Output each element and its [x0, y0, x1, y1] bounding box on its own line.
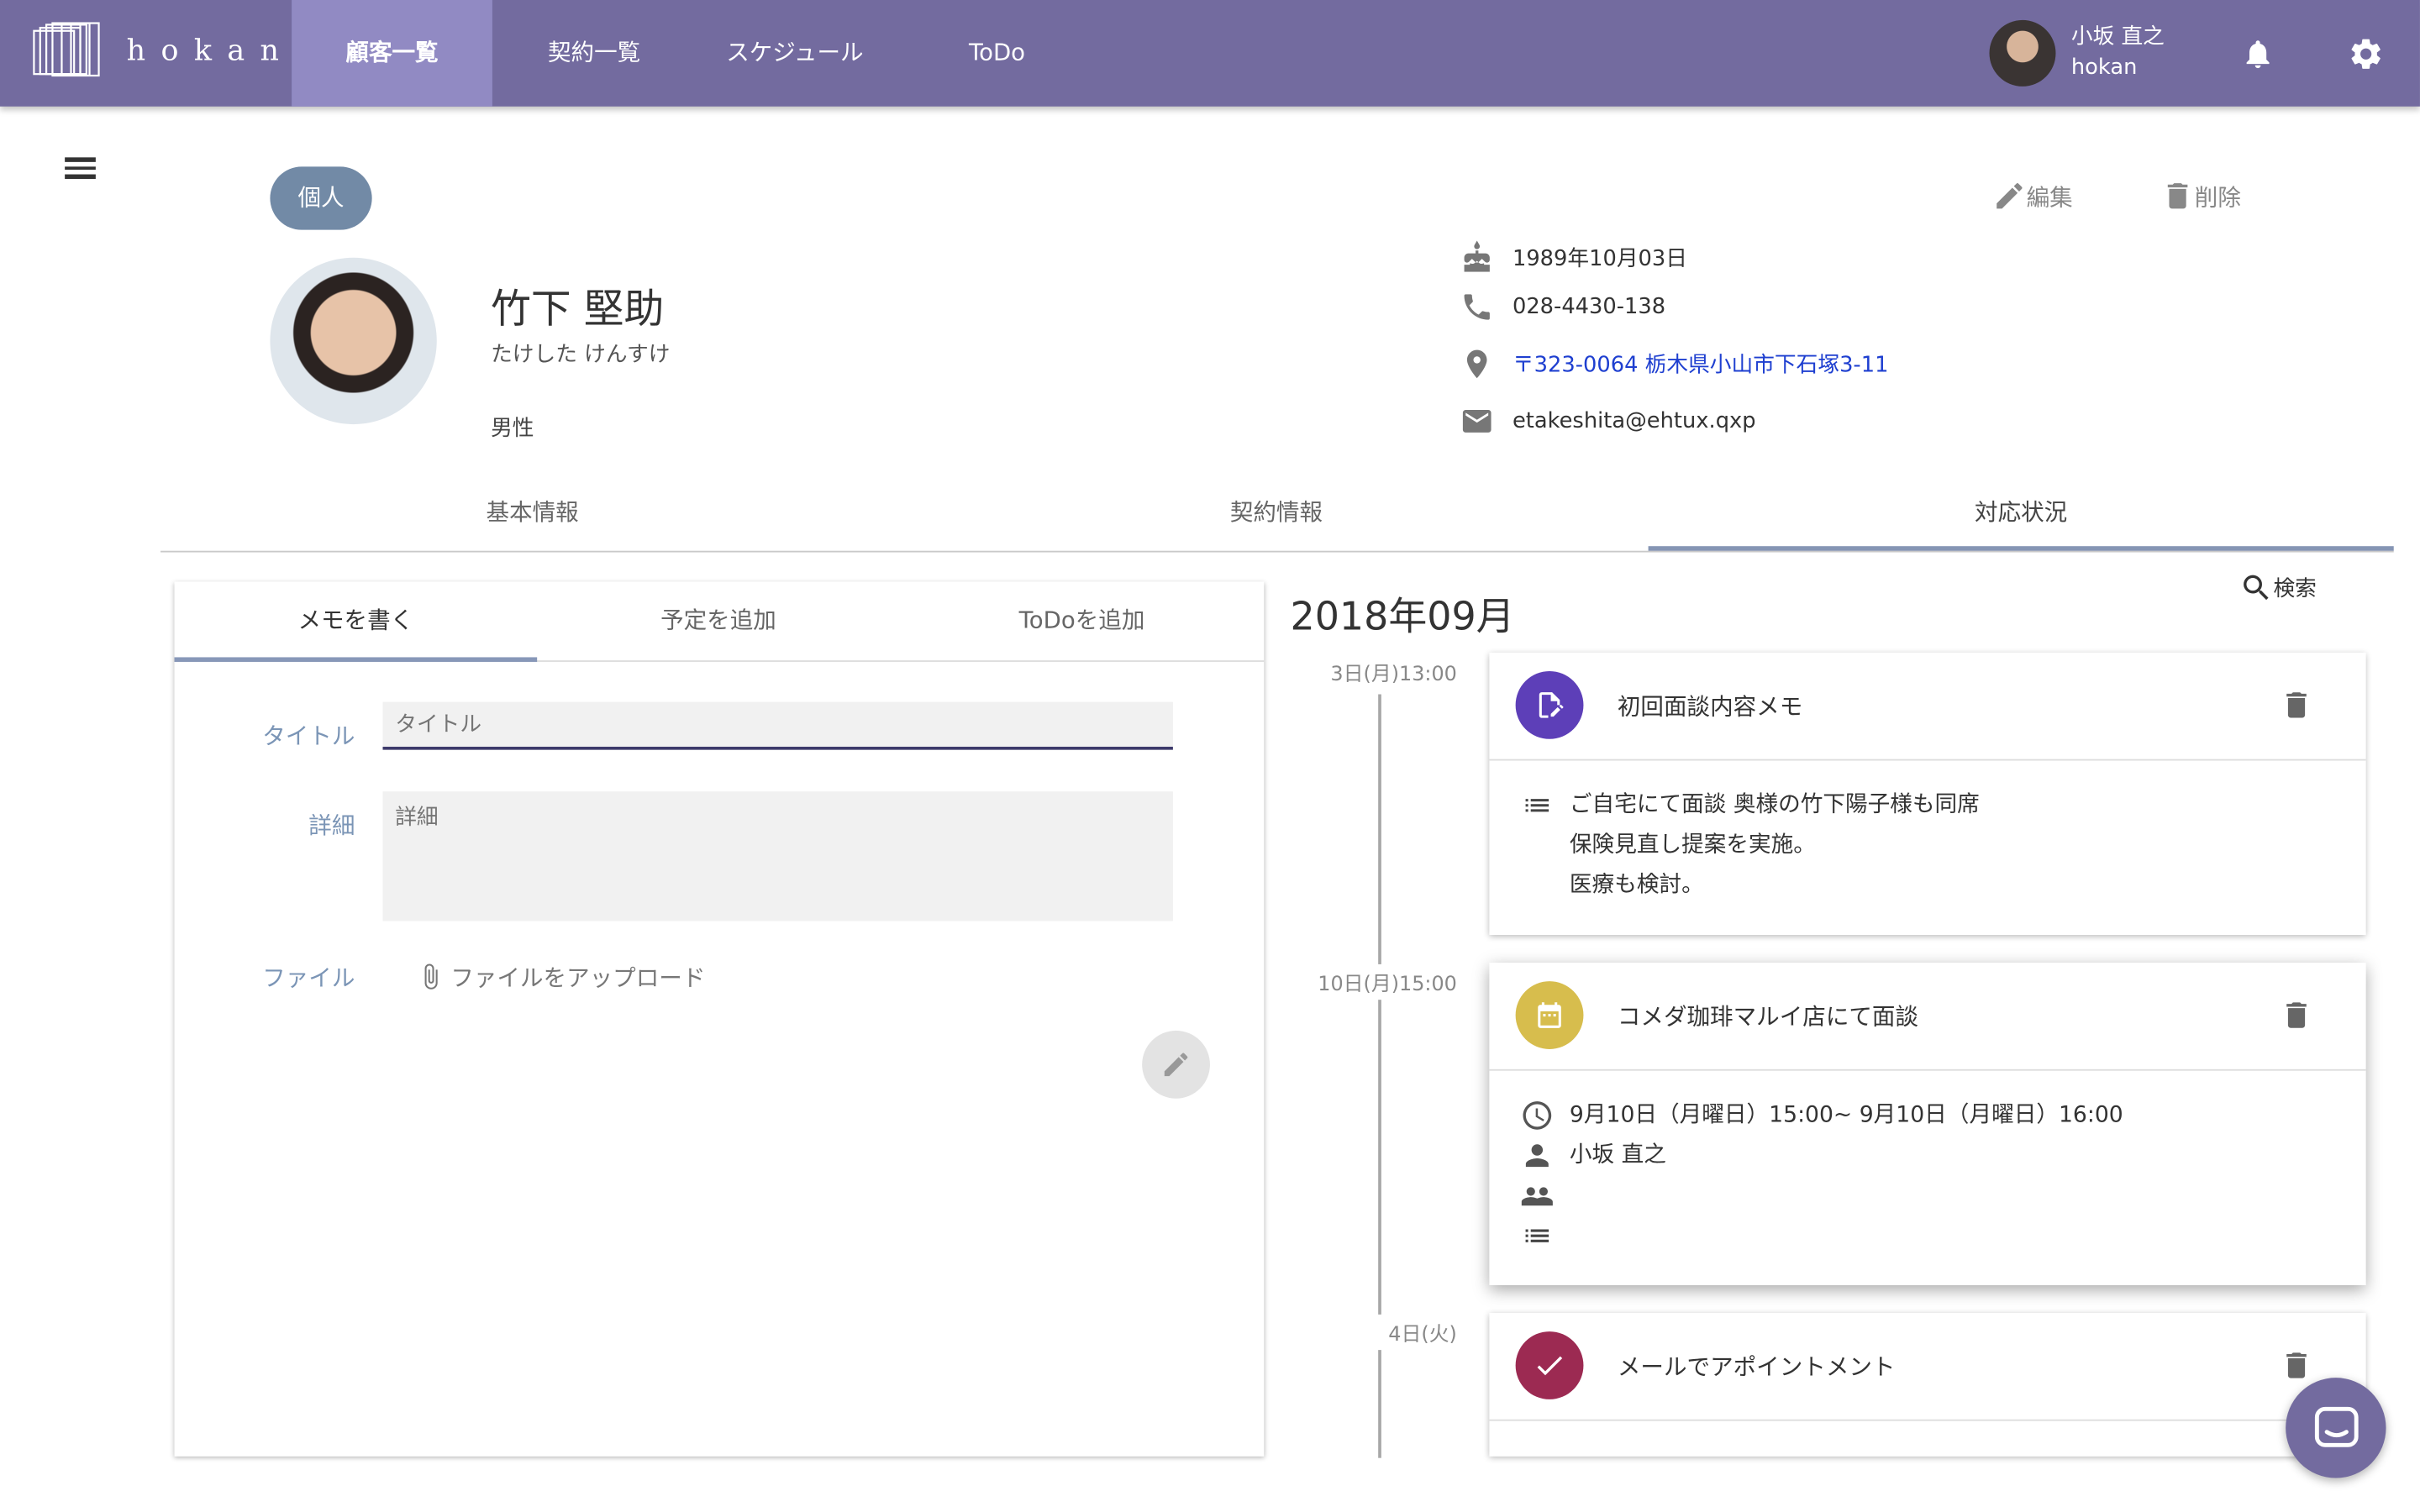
entry-notes: ご自宅にて面談 奥様の竹下陽子様も同席 保険見直し提案を実施。 医療も検討。	[1570, 785, 1980, 906]
nav-schedule[interactable]: スケジュール	[702, 0, 887, 107]
check-icon	[1515, 1331, 1584, 1399]
entry-title: コメダ珈琲マルイ店にて面談	[1617, 1002, 1919, 1031]
customer-gender: 男性	[491, 416, 534, 442]
nav-customers[interactable]: 顧客一覧	[292, 0, 492, 107]
bell-icon[interactable]	[2241, 35, 2275, 78]
entry-person: 小坂 直之	[1569, 1142, 1666, 1168]
search-label: 検索	[2273, 576, 2317, 602]
entry-header: コメダ珈琲マルイ店にて面談	[1489, 963, 2366, 1071]
paperclip-icon	[424, 963, 438, 990]
timeline-date: 10日(月)15:00	[1286, 963, 1457, 1000]
search-button[interactable]: 検索	[2239, 571, 2317, 605]
tab-contract-info[interactable]: 契約情報	[904, 480, 1648, 550]
app-root: hokan 顧客一覧 契約一覧 スケジュール ToDo 小坂 直之 hokan …	[0, 0, 2420, 1512]
entry-body: ご自宅にて面談 奥様の竹下陽子様も同席 保険見直し提案を実施。 医療も検討。	[1489, 760, 2365, 906]
delete-label: 削除	[2194, 182, 2241, 211]
chat-icon	[2313, 1406, 2358, 1446]
timeline-entry-todo[interactable]: メールでアポイントメント	[1489, 1313, 2366, 1457]
timeline-date: 4日(火)	[1286, 1314, 1457, 1351]
pencil-icon	[1164, 1053, 1188, 1077]
chat-button[interactable]	[2286, 1378, 2386, 1478]
entry-time: 9月10日（月曜日）15:00~ 9月10日（月曜日）16:00	[1569, 1103, 2123, 1128]
timeline-entry-schedule[interactable]: コメダ珈琲マルイ店にて面談 9月10日（月曜日）15:00~ 9月10日（月曜日…	[1489, 963, 2366, 1285]
upload-file-button[interactable]: ファイルをアップロード	[417, 958, 705, 995]
subtab-write-memo[interactable]: メモを書く	[174, 581, 538, 662]
logo-text: hokan	[126, 34, 295, 68]
tab-basic-info[interactable]: 基本情報	[160, 480, 904, 550]
trash-icon[interactable]	[2280, 688, 2313, 728]
trash-icon	[2167, 183, 2188, 209]
trash-icon[interactable]	[2280, 998, 2313, 1038]
people-icon	[1520, 1176, 1554, 1216]
customer-tabs: 基本情報 契約情報 対応状況	[160, 480, 2394, 553]
pencil-icon	[1996, 183, 2023, 209]
birthday-row: 1989年10月03日	[1460, 240, 1688, 275]
upload-label: ファイルをアップロード	[450, 963, 706, 992]
customer-kana: たけした けんすけ	[491, 342, 671, 368]
trash-icon[interactable]	[2280, 1348, 2313, 1389]
note-line: ご自宅にて面談 奥様の竹下陽子様も同席	[1569, 793, 1980, 818]
delete-button[interactable]: 削除	[2160, 179, 2241, 213]
file-label: ファイル	[262, 963, 355, 992]
subtab-add-todo[interactable]: ToDoを追加	[900, 581, 1264, 662]
logo[interactable]: hokan	[31, 22, 295, 81]
address-link[interactable]: 〒323-0064 栃木県小山市下石塚3-11	[1512, 349, 1888, 380]
phone-icon	[1460, 290, 1494, 323]
birthday: 1989年10月03日	[1512, 246, 1688, 272]
person-icon	[1520, 1136, 1554, 1176]
detail-label: 詳細	[308, 811, 355, 840]
list-icon	[1520, 1215, 1554, 1256]
entry-header: メールでアポイントメント	[1489, 1313, 2366, 1421]
cake-icon	[1460, 240, 1494, 275]
timeline-month: 2018年09月	[1290, 594, 1515, 639]
tab-correspondence[interactable]: 対応状況	[1648, 480, 2394, 551]
edit-label: 編集	[2026, 182, 2073, 211]
note-line: 医療も検討。	[1569, 873, 1704, 898]
note-line: 保険見直し提案を実施。	[1569, 832, 1816, 858]
phone-row: 028-4430-138	[1460, 290, 1666, 323]
title-label: タイトル	[262, 722, 355, 750]
timeline-date: 3日(月)13:00	[1286, 654, 1457, 690]
user-org: hokan	[2070, 55, 2138, 81]
customer-type-chip: 個人	[270, 166, 372, 230]
save-memo-button[interactable]	[1142, 1030, 1210, 1099]
list-icon	[1520, 785, 1554, 826]
address-row: 〒323-0064 栃木県小山市下石塚3-11	[1460, 347, 1888, 381]
entry-title: メールでアポイントメント	[1617, 1352, 1896, 1381]
nav-contracts[interactable]: 契約一覧	[517, 0, 671, 107]
edit-button[interactable]: 編集	[1992, 179, 2073, 213]
detail-textarea[interactable]	[382, 791, 1173, 921]
entry-title: 初回面談内容メモ	[1617, 692, 1803, 721]
user-info[interactable]: 小坂 直之 hokan	[2071, 22, 2165, 83]
nav-todo[interactable]: ToDo	[935, 0, 1059, 107]
title-input[interactable]	[382, 701, 1173, 750]
subtab-add-schedule[interactable]: 予定を追加	[537, 581, 900, 662]
memo-edit-icon	[1515, 670, 1584, 739]
gear-icon[interactable]	[2348, 35, 2385, 78]
phone: 028-4430-138	[1512, 294, 1666, 320]
email: etakeshita@ehtux.qxp	[1512, 408, 1756, 434]
location-pin-icon	[1460, 347, 1494, 381]
calendar-icon	[1515, 981, 1584, 1049]
top-navbar: hokan 顧客一覧 契約一覧 スケジュール ToDo 小坂 直之 hokan	[0, 0, 2420, 107]
entry-body: 9月10日（月曜日）15:00~ 9月10日（月曜日）16:00 小坂 直之	[1489, 1071, 2365, 1256]
clock-icon	[1520, 1095, 1554, 1136]
memo-subtabs: メモを書く 予定を追加 ToDoを追加	[174, 581, 1265, 662]
timeline-entry-memo[interactable]: 初回面談内容メモ ご自宅にて面談 奥様の竹下陽子様も同席 保険見直し提案を実施。…	[1489, 652, 2366, 936]
email-row: etakeshita@ehtux.qxp	[1460, 404, 1756, 438]
logo-mark-icon	[31, 22, 105, 81]
menu-icon[interactable]	[61, 153, 98, 184]
user-avatar[interactable]	[1989, 19, 2056, 87]
user-name: 小坂 直之	[2070, 24, 2165, 50]
search-icon	[2244, 575, 2269, 601]
entry-header: 初回面談内容メモ	[1489, 653, 2366, 761]
customer-avatar	[270, 257, 437, 425]
customer-name: 竹下 堅助	[491, 286, 665, 333]
memo-form-card: メモを書く 予定を追加 ToDoを追加 タイトル 詳細 ファイル ファイルをアッ…	[174, 581, 1265, 1457]
mail-icon	[1460, 404, 1494, 438]
